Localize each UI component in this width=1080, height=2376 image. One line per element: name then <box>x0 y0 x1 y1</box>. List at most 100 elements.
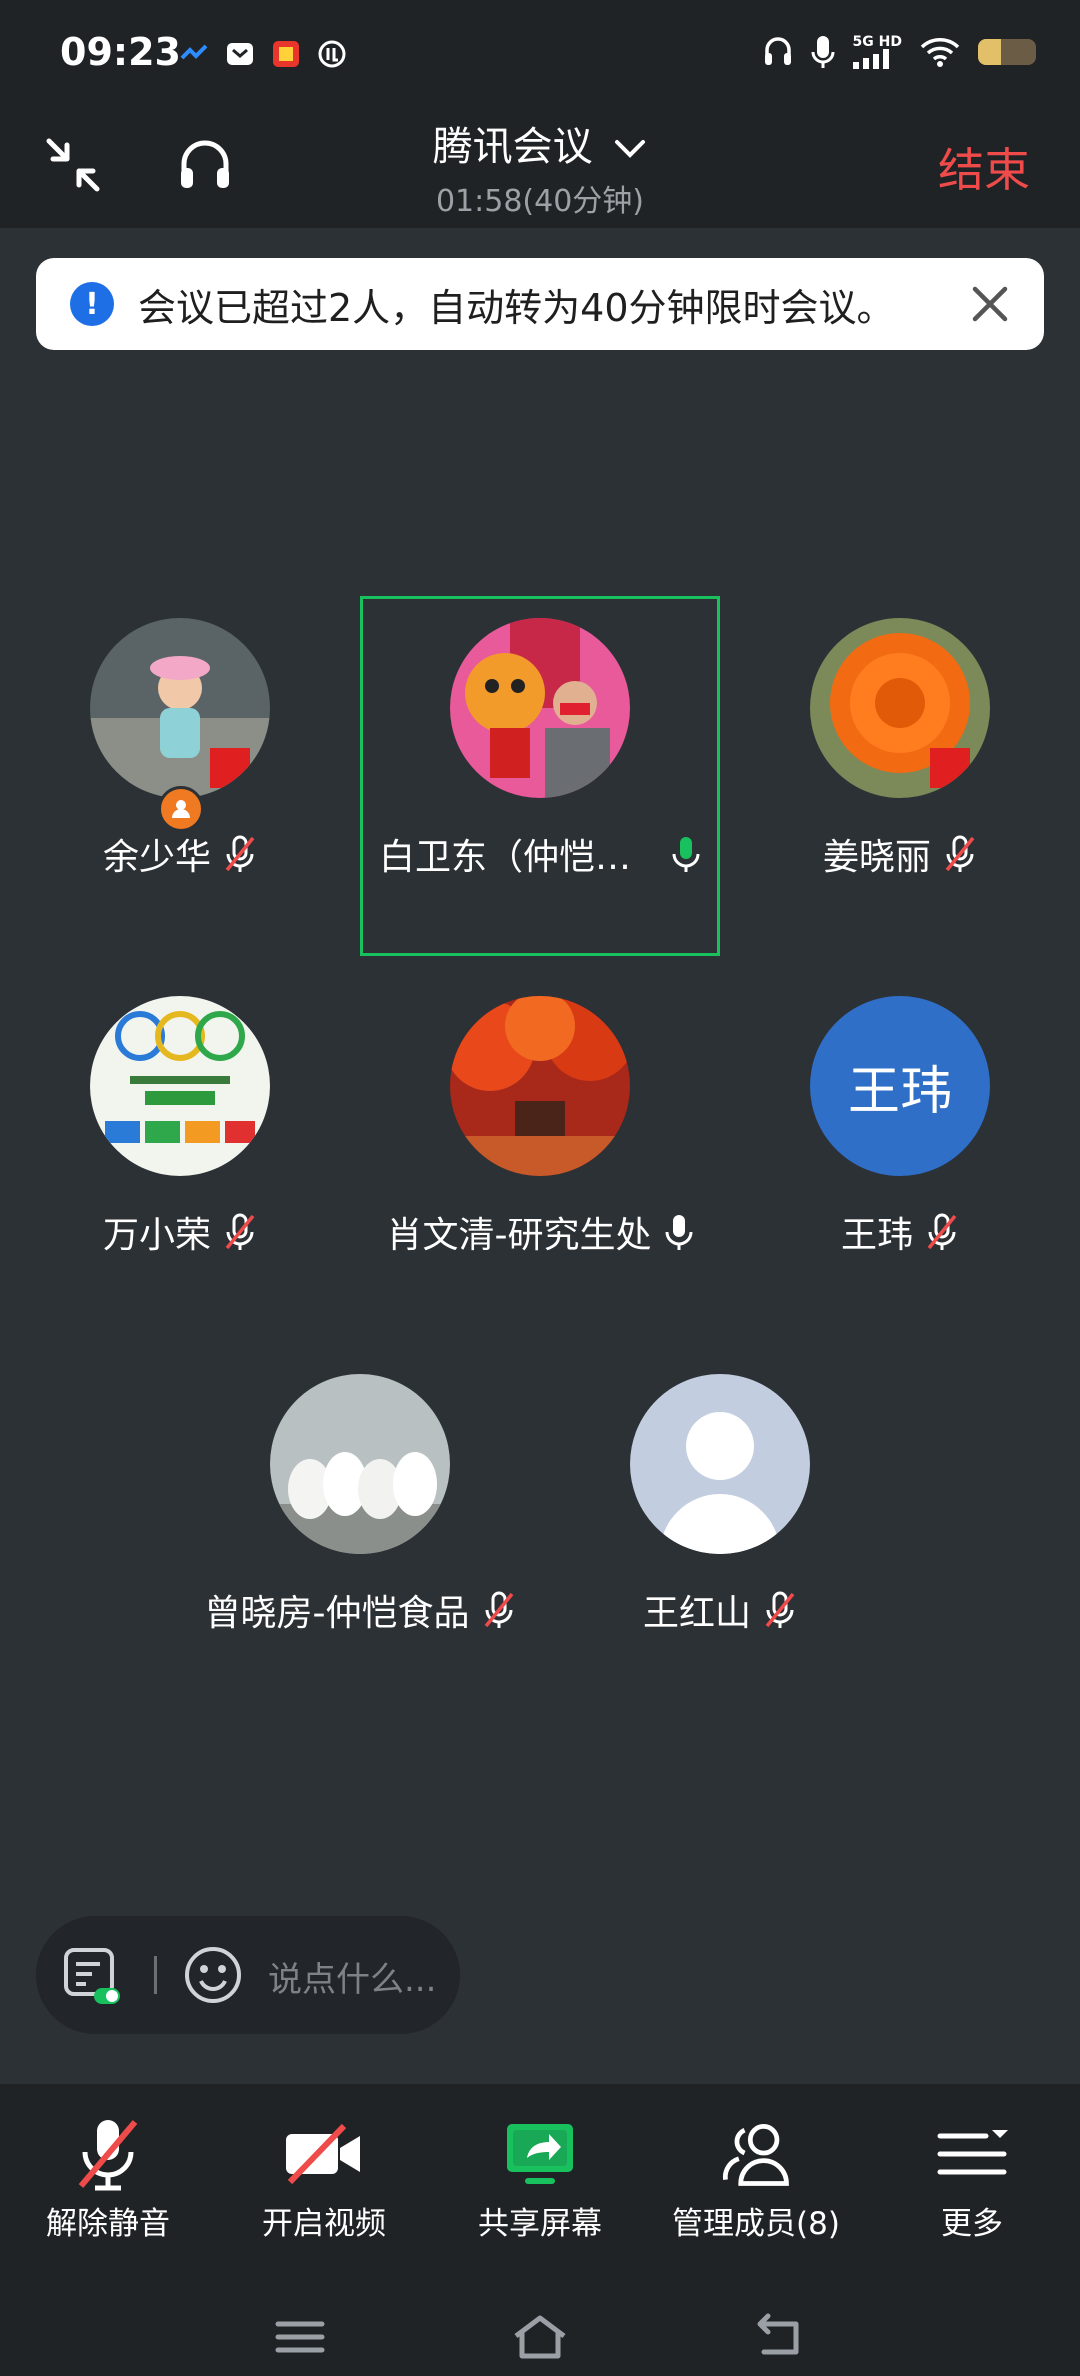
avatar <box>450 618 630 798</box>
participant-photo <box>810 618 990 798</box>
signal-bars-icon <box>852 49 889 69</box>
notice-banner: ! 会议已超过2人，自动转为40分钟限时会议。 <box>36 258 1044 350</box>
avatar <box>90 618 270 798</box>
taobao-notification-icon <box>273 41 299 67</box>
unmute-label: 解除静音 <box>46 2206 170 2242</box>
participant-tile[interactable]: 曾晓房-仲恺食品 <box>180 1352 540 1712</box>
participant-name: 肖文清-研究生处 <box>386 1215 652 1256</box>
home-nav-icon[interactable] <box>510 2312 570 2362</box>
participant-name-row: 肖文清-研究生处 <box>360 1206 720 1258</box>
participant-tile-active-speaker[interactable]: 白卫东（仲恺研… <box>360 596 720 956</box>
mail-notification-icon <box>227 43 253 65</box>
status-bar: 09:23 5G HD <box>0 0 1080 100</box>
mic-muted-icon <box>484 1591 513 1628</box>
participant-photo <box>450 996 630 1176</box>
notification-icons <box>178 38 348 70</box>
back-nav-icon[interactable] <box>750 2312 810 2362</box>
participant-name: 王红山 <box>642 1593 751 1634</box>
participant-photo <box>270 1374 450 1554</box>
mic-muted-icon <box>225 1213 255 1250</box>
mic-status-icon <box>811 36 835 68</box>
participant-tile[interactable]: 姜晓丽 <box>720 596 1080 956</box>
manage-members-label: 管理成员(8) <box>672 2206 840 2242</box>
participant-name-row: 曾晓房-仲恺食品 <box>180 1584 540 1636</box>
meeting-timer: 01:58(40分钟) <box>435 184 645 219</box>
members-icon <box>722 2124 789 2186</box>
avatar <box>810 618 990 798</box>
participant-name: 余少华 <box>102 837 211 878</box>
bottom-toolbar: 解除静音 开启视频 共享屏幕 管理成员(8) 更多 <box>0 2084 1080 2376</box>
share-screen-icon <box>507 2124 573 2184</box>
mic-muted-icon <box>78 2120 138 2191</box>
banner-message: 会议已超过2人，自动转为40分钟限时会议。 <box>138 285 895 330</box>
avatar <box>270 1374 450 1554</box>
battery-icon <box>978 39 1036 65</box>
share-screen-button[interactable]: 共享屏幕 <box>432 2084 648 2284</box>
participant-tile[interactable]: 王玮 王玮 <box>720 974 1080 1334</box>
headset-status-icon <box>764 37 791 65</box>
emoji-icon[interactable] <box>182 1944 244 2006</box>
participant-name-row: 余少华 <box>0 828 360 880</box>
network-type: 5G HD <box>852 34 902 50</box>
end-meeting-button[interactable]: 结束 <box>938 134 1030 200</box>
more-label: 更多 <box>941 2206 1003 2242</box>
participant-name-row: 姜晓丽 <box>720 828 1080 880</box>
chat-list-icon[interactable] <box>62 1946 122 2006</box>
system-navigation-bar <box>0 2292 1080 2376</box>
participant-photo <box>90 996 270 1176</box>
meeting-title: 腾讯会议 <box>432 124 593 170</box>
system-icons: 5G HD <box>763 34 1036 70</box>
chat-input-bar[interactable]: 说点什么... <box>36 1916 460 2034</box>
mic-muted-icon <box>765 1591 795 1628</box>
participant-photo <box>450 618 630 798</box>
participant-tile[interactable]: 余少华 <box>0 596 360 956</box>
wifi-icon <box>920 38 960 67</box>
circle-notification-icon <box>318 40 346 68</box>
avatar-initials-text: 王玮 <box>847 1061 952 1122</box>
mic-speaking-icon <box>672 837 700 872</box>
video-off-icon <box>286 2123 360 2185</box>
banner-close-button[interactable] <box>960 274 1020 334</box>
start-video-button[interactable]: 开启视频 <box>216 2084 432 2284</box>
participant-name: 姜晓丽 <box>822 837 931 878</box>
signal-indicator: 5G HD <box>852 34 902 69</box>
participant-name-row: 王红山 <box>540 1584 900 1636</box>
participant-tile[interactable]: 肖文清-研究生处 <box>360 974 720 1334</box>
mic-muted-icon <box>225 835 255 872</box>
avatar <box>450 996 630 1176</box>
participant-name: 曾晓房-仲恺食品 <box>204 1593 470 1634</box>
app-notification-icon <box>180 44 208 60</box>
participant-name: 白卫东（仲恺研… <box>379 837 659 878</box>
participant-photo <box>90 618 270 798</box>
unmute-button[interactable]: 解除静音 <box>0 2084 216 2284</box>
chevron-down-icon <box>615 140 646 158</box>
chat-placeholder: 说点什么... <box>268 1960 437 2000</box>
host-badge-icon <box>158 786 204 832</box>
more-button[interactable]: 更多 <box>864 2084 1080 2284</box>
default-person-icon <box>660 1412 780 1554</box>
participant-name: 王玮 <box>840 1215 913 1256</box>
participant-name-row: 万小荣 <box>0 1206 360 1258</box>
share-screen-label: 共享屏幕 <box>478 2206 602 2242</box>
chat-divider <box>154 1956 157 1994</box>
avatar-default <box>630 1374 810 1554</box>
participant-name: 万小荣 <box>102 1215 211 1256</box>
manage-members-button[interactable]: 管理成员(8) <box>648 2084 864 2284</box>
participant-tile[interactable]: 万小荣 <box>0 974 360 1334</box>
mic-muted-icon <box>945 835 975 872</box>
avatar-initials: 王玮 <box>810 996 990 1176</box>
participant-tile[interactable]: 王红山 <box>540 1352 900 1712</box>
start-video-label: 开启视频 <box>262 2206 386 2242</box>
mic-on-icon <box>665 1215 692 1250</box>
status-time: 09:23 <box>60 30 181 74</box>
close-icon <box>972 286 1008 322</box>
meeting-title-dropdown[interactable]: 腾讯会议 <box>0 114 1080 172</box>
info-icon: ! <box>70 282 114 326</box>
participant-name-row: 王玮 <box>720 1206 1080 1258</box>
participant-name-row: 白卫东（仲恺研… <box>363 828 717 880</box>
avatar <box>90 996 270 1176</box>
meeting-header: 腾讯会议 01:58(40分钟) 结束 <box>0 100 1080 228</box>
mic-muted-icon <box>927 1213 957 1250</box>
menu-nav-icon[interactable] <box>270 2312 330 2362</box>
more-menu-icon <box>937 2130 1008 2175</box>
